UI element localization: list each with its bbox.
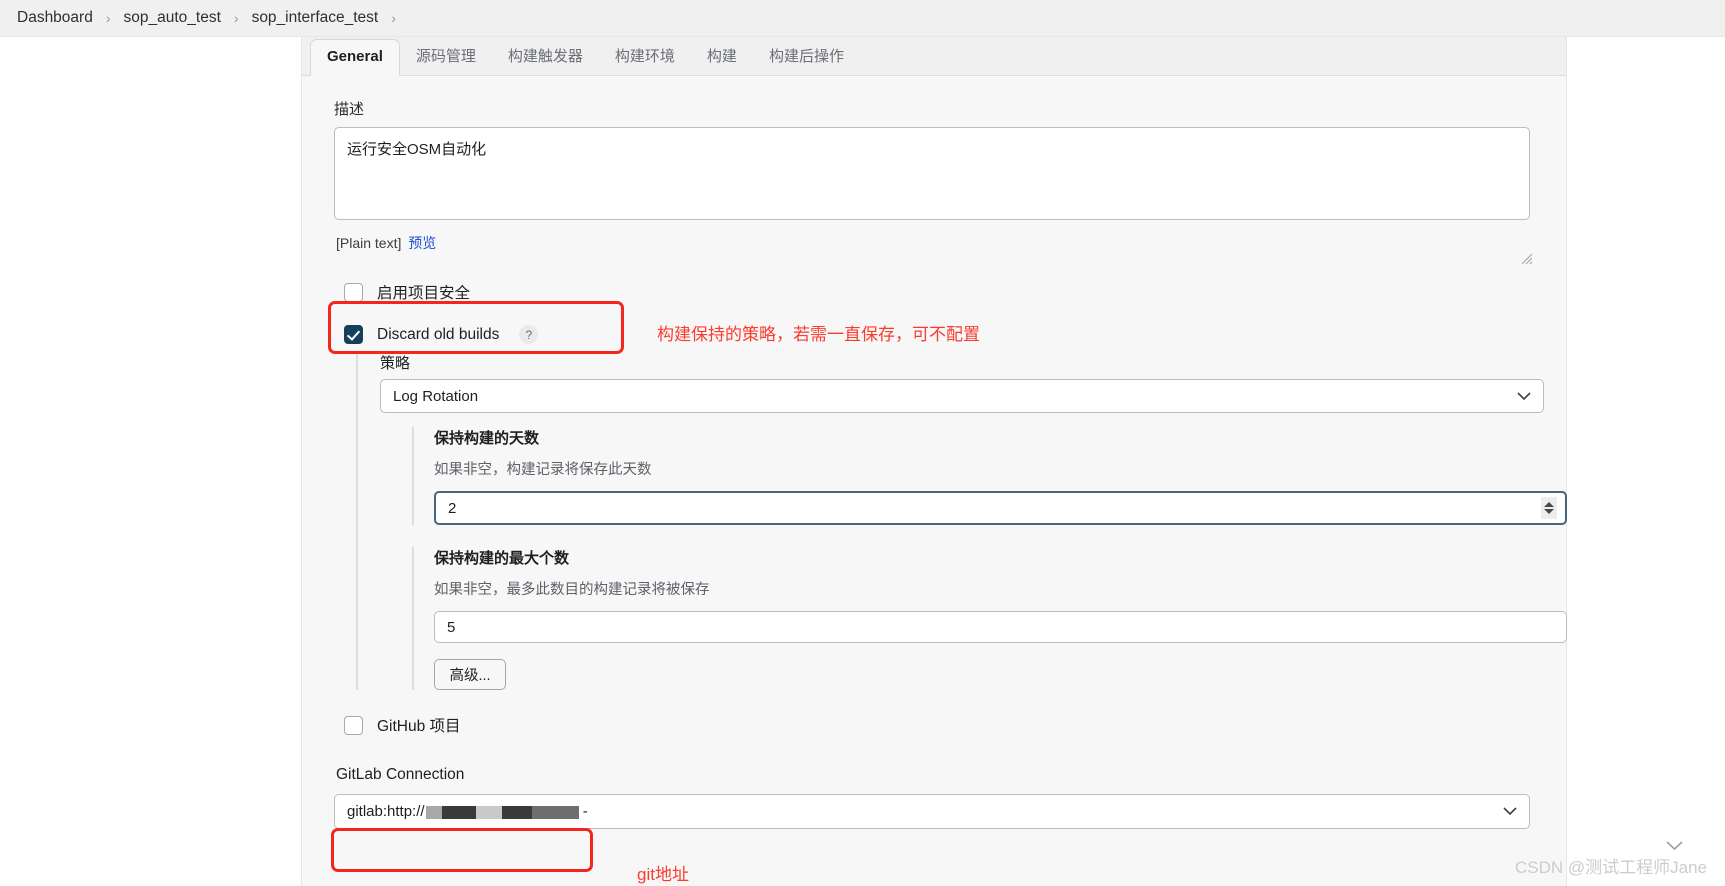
discard-old-builds-label: Discard old builds — [377, 325, 500, 343]
github-project-checkbox[interactable] — [344, 715, 363, 735]
description-textarea[interactable] — [334, 127, 1530, 220]
chevron-down-glyph — [1503, 807, 1517, 816]
days-to-keep-section: 保持构建的天数 如果非空，构建记录将保存此天数 2 — [412, 427, 1567, 525]
discard-old-builds-checkbox[interactable] — [344, 325, 363, 344]
resize-grip-icon[interactable] — [1522, 254, 1532, 264]
page-body: General 源码管理 构建触发器 构建环境 构建 构建后操作 描述 [Pla… — [0, 37, 1725, 886]
breadcrumb-separator-icon: › — [391, 10, 396, 26]
breadcrumb-separator-icon: › — [233, 10, 239, 26]
tab-build-environment[interactable]: 构建环境 — [599, 37, 691, 76]
github-project-row[interactable]: GitHub 项目 — [334, 714, 1534, 736]
strategy-select-value: Log Rotation — [393, 387, 479, 405]
tab-source-management[interactable]: 源码管理 — [400, 37, 492, 76]
max-builds-input[interactable]: 5 — [434, 611, 1567, 643]
days-to-keep-label: 保持构建的天数 — [434, 430, 540, 447]
gitlab-connection-select[interactable]: gitlab:http:// - — [334, 794, 1530, 829]
breadcrumb: Dashboard › sop_auto_test › sop_interfac… — [0, 0, 1725, 37]
plain-text-label: [Plain text] — [336, 235, 402, 251]
description-label: 描述 — [334, 101, 365, 118]
chevron-down-icon — [1517, 389, 1531, 404]
strategy-select[interactable]: Log Rotation — [380, 379, 1544, 413]
project-security-row[interactable]: 启用项目安全 — [334, 281, 1534, 303]
scroll-chevron-icon — [1666, 838, 1683, 854]
chevron-down-icon — [1503, 804, 1517, 819]
redacted-url — [425, 805, 579, 819]
git-note-annotation: git地址 — [637, 865, 689, 884]
gitlab-value-prefix: gitlab:http:// — [347, 803, 425, 820]
breadcrumb-separator-icon: › — [105, 10, 111, 26]
days-to-keep-value: 2 — [448, 499, 457, 517]
tab-build-triggers[interactable]: 构建触发器 — [492, 37, 599, 76]
advanced-button[interactable]: 高级... — [434, 659, 506, 690]
gitlab-connection-value: gitlab:http:// - — [347, 803, 588, 820]
max-builds-label: 保持构建的最大个数 — [434, 550, 570, 567]
strategy-label: 策略 — [380, 355, 411, 372]
strategy-section: 策略 Log Rotation 保持构建的天数 如果非空，构建记录将保存此天数 — [356, 352, 1567, 690]
general-form: 描述 [Plain text] 预览 启用项目安全 Discard — [302, 76, 1567, 829]
config-tabs: General 源码管理 构建触发器 构建环境 构建 构建后操作 — [302, 37, 1566, 76]
breadcrumb-item-sop-auto-test[interactable]: sop_auto_test — [113, 9, 232, 27]
breadcrumb-item-dashboard[interactable]: Dashboard — [6, 9, 104, 27]
project-security-checkbox[interactable] — [344, 282, 363, 302]
tab-general[interactable]: General — [310, 39, 400, 76]
tab-build[interactable]: 构建 — [691, 37, 753, 76]
days-to-keep-hint: 如果非空，构建记录将保存此天数 — [434, 462, 652, 478]
watermark: CSDN @测试工程师Jane — [1514, 858, 1707, 877]
days-to-keep-input[interactable]: 2 — [434, 491, 1567, 525]
gitlab-value-suffix: - — [582, 803, 588, 820]
app-window: Dashboard › sop_auto_test › sop_interfac… — [0, 0, 1725, 886]
description-format-row: [Plain text] 预览 — [336, 233, 1534, 253]
discard-note-annotation: 构建保持的策略，若需一直保存，可不配置 — [657, 325, 980, 344]
number-stepper-icon[interactable] — [1541, 497, 1557, 519]
max-builds-section: 保持构建的最大个数 如果非空，最多此数目的构建记录将被保存 5 高级... — [412, 547, 1567, 690]
github-project-label: GitHub 项目 — [377, 718, 461, 735]
tab-post-build-actions[interactable]: 构建后操作 — [753, 37, 860, 76]
chevron-down-glyph — [1517, 391, 1531, 400]
scroll-chevron-glyph — [1666, 841, 1683, 851]
max-builds-value: 5 — [447, 618, 456, 636]
preview-link[interactable]: 预览 — [408, 235, 436, 251]
help-icon[interactable]: ? — [519, 325, 539, 344]
max-builds-hint: 如果非空，最多此数目的构建记录将被保存 — [434, 582, 710, 598]
gitlab-connection-label: GitLab Connection — [336, 766, 465, 783]
project-security-label: 启用项目安全 — [377, 285, 471, 302]
config-panel: General 源码管理 构建触发器 构建环境 构建 构建后操作 描述 [Pla… — [301, 37, 1567, 886]
breadcrumb-item-sop-interface-test[interactable]: sop_interface_test — [241, 9, 390, 27]
